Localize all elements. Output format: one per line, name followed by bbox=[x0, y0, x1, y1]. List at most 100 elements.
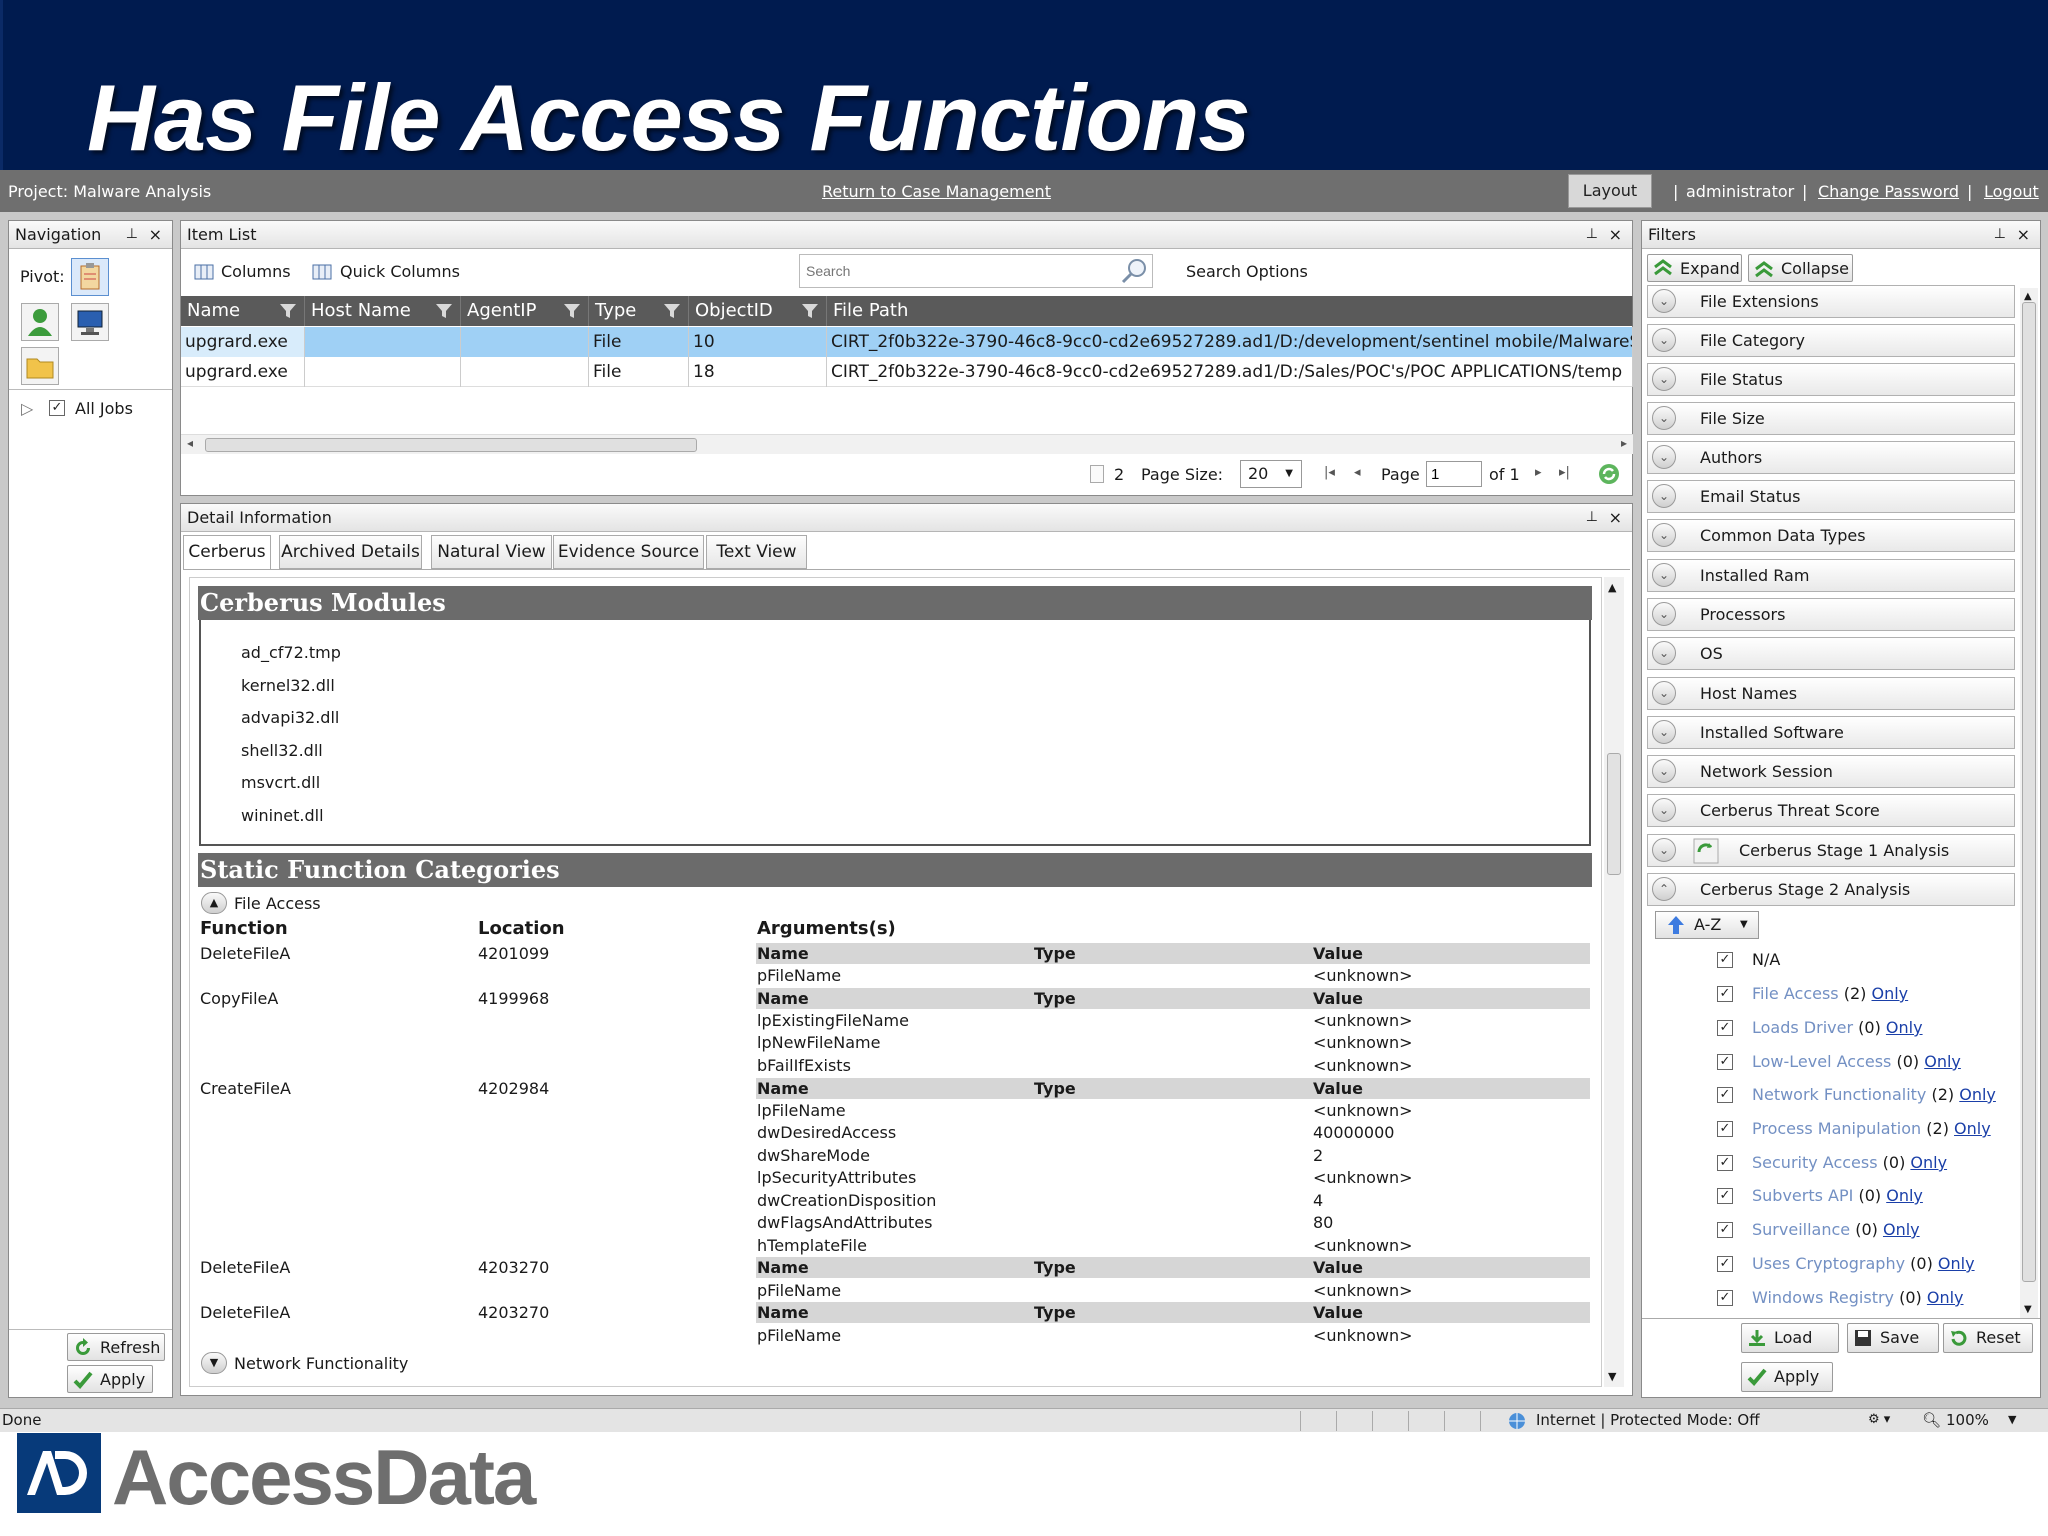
cell-file-path[interactable]: CIRT_2f0b322e-3790-46c8-9cc0-cd2e6952728… bbox=[827, 357, 1633, 387]
filter-host-names[interactable]: ⌄ Host Names bbox=[1647, 677, 2015, 710]
pin-icon[interactable]: ⊥ bbox=[1586, 504, 1598, 531]
computer-icon[interactable] bbox=[71, 303, 109, 341]
filter-installed-ram[interactable]: ⌄ Installed Ram bbox=[1647, 559, 2015, 592]
checkbox-security-access[interactable]: ✓ bbox=[1717, 1155, 1733, 1171]
collapse-button[interactable]: Collapse bbox=[1748, 254, 1853, 282]
column-header-name[interactable]: Name bbox=[181, 296, 305, 326]
page-size-select[interactable]: 20 ▼ bbox=[1240, 460, 1302, 488]
last-page-icon[interactable]: ▸| bbox=[1559, 465, 1570, 480]
only-link[interactable]: Only bbox=[1927, 1288, 1964, 1307]
zoom-icon[interactable]: 🔍︎ bbox=[1922, 1409, 1941, 1431]
all-jobs-label[interactable]: All Jobs bbox=[75, 399, 133, 418]
filter-authors[interactable]: ⌄ Authors bbox=[1647, 441, 2015, 474]
first-page-icon[interactable]: |◂ bbox=[1324, 465, 1335, 480]
checkbox-loads-driver[interactable]: ✓ bbox=[1717, 1020, 1733, 1036]
sort-az-dropdown[interactable]: A-Z ▼ bbox=[1655, 911, 1759, 939]
search-options-link[interactable]: Search Options bbox=[1186, 262, 1308, 281]
refresh-icon[interactable] bbox=[1597, 462, 1621, 486]
only-link[interactable]: Only bbox=[1886, 1018, 1923, 1037]
return-to-case-management-link[interactable]: Return to Case Management bbox=[822, 182, 1051, 201]
filter-file-extensions[interactable]: ⌄ File Extensions bbox=[1647, 285, 2015, 318]
close-icon[interactable]: × bbox=[1609, 504, 1622, 531]
column-header-objectid[interactable]: ObjectID bbox=[689, 296, 827, 326]
apply-filter-button[interactable]: Apply bbox=[1741, 1362, 1833, 1392]
filter-cerberus-stage-2[interactable]: ⌃ Cerberus Stage 2 Analysis bbox=[1647, 873, 2015, 906]
column-header-host-name[interactable]: Host Name bbox=[305, 296, 461, 326]
page-number-input[interactable] bbox=[1426, 461, 1482, 487]
search-input[interactable] bbox=[799, 254, 1153, 288]
scrollbar-thumb[interactable] bbox=[1607, 753, 1621, 875]
checkbox-low-level-access[interactable]: ✓ bbox=[1717, 1054, 1733, 1070]
tab-archived-details[interactable]: Archived Details bbox=[279, 535, 422, 569]
cell-name[interactable]: upgrard.exe bbox=[181, 327, 305, 357]
cell-name[interactable]: upgrard.exe bbox=[181, 357, 305, 387]
checkbox-na[interactable]: ✓ bbox=[1717, 952, 1733, 968]
only-link[interactable]: Only bbox=[1883, 1220, 1920, 1239]
scrollbar-thumb[interactable] bbox=[205, 438, 697, 452]
save-filter-button[interactable]: Save bbox=[1847, 1323, 1939, 1353]
expand-arrow-icon[interactable]: ▷ bbox=[21, 399, 33, 418]
next-page-icon[interactable]: ▸ bbox=[1535, 465, 1542, 480]
only-link[interactable]: Only bbox=[1886, 1186, 1923, 1205]
expand-button[interactable]: Expand bbox=[1647, 254, 1742, 282]
cell-objectid[interactable]: 10 bbox=[689, 327, 827, 357]
chevron-down-icon[interactable]: ▼ bbox=[2008, 1409, 2016, 1431]
cell-agentip[interactable] bbox=[461, 327, 589, 357]
all-jobs-checkbox[interactable]: ✓ bbox=[49, 400, 65, 416]
protected-mode-icon[interactable]: ⚙ ▾ bbox=[1868, 1409, 1890, 1431]
only-link[interactable]: Only bbox=[1924, 1052, 1961, 1071]
cell-host-name[interactable] bbox=[305, 357, 461, 387]
filter-file-size[interactable]: ⌄ File Size bbox=[1647, 402, 2015, 435]
cell-file-path[interactable]: CIRT_2f0b322e-3790-46c8-9cc0-cd2e6952728… bbox=[827, 327, 1633, 357]
checkbox-process-manipulation[interactable]: ✓ bbox=[1717, 1121, 1733, 1137]
filter-os[interactable]: ⌄ OS bbox=[1647, 637, 2015, 670]
change-password-link[interactable]: Change Password bbox=[1818, 182, 1959, 201]
filter-cerberus-threat-score[interactable]: ⌄ Cerberus Threat Score bbox=[1647, 794, 2015, 827]
apply-button[interactable]: Apply bbox=[67, 1365, 153, 1393]
collapse-icon[interactable]: ▲ bbox=[201, 892, 227, 914]
reset-filter-button[interactable]: Reset bbox=[1943, 1323, 2033, 1353]
filter-file-status[interactable]: ⌄ File Status bbox=[1647, 363, 2015, 396]
search-icon[interactable] bbox=[1119, 257, 1149, 285]
clipboard-icon[interactable] bbox=[71, 258, 109, 296]
only-link[interactable]: Only bbox=[1910, 1153, 1947, 1172]
checkbox-windows-registry[interactable]: ✓ bbox=[1717, 1290, 1733, 1306]
pin-icon[interactable]: ⊥ bbox=[1586, 221, 1598, 248]
checkbox-network-functionality[interactable]: ✓ bbox=[1717, 1087, 1733, 1103]
user-icon[interactable] bbox=[21, 303, 59, 341]
checkbox-file-access[interactable]: ✓ bbox=[1717, 986, 1733, 1002]
column-header-agentip[interactable]: AgentIP bbox=[461, 296, 589, 326]
column-header-file-path[interactable]: File Path bbox=[827, 296, 1633, 326]
load-filter-button[interactable]: Load bbox=[1741, 1323, 1839, 1353]
previous-page-icon[interactable]: ◂ bbox=[1354, 465, 1361, 480]
vertical-scrollbar[interactable]: ▲ ▼ bbox=[1604, 577, 1624, 1387]
expand-icon[interactable]: ▼ bbox=[201, 1352, 227, 1374]
filter-processors[interactable]: ⌄ Processors bbox=[1647, 598, 2015, 631]
scrollbar-thumb[interactable] bbox=[2022, 302, 2036, 1282]
checkbox-surveillance[interactable]: ✓ bbox=[1717, 1222, 1733, 1238]
filter-common-data-types[interactable]: ⌄ Common Data Types bbox=[1647, 519, 2015, 552]
only-link[interactable]: Only bbox=[1954, 1119, 1991, 1138]
checkbox-subverts-api[interactable]: ✓ bbox=[1717, 1188, 1733, 1204]
horizontal-scrollbar[interactable]: ◂ ▸ bbox=[181, 434, 1633, 454]
refresh-button[interactable]: Refresh bbox=[67, 1333, 165, 1361]
filters-scrollbar[interactable]: ▲ ▼ bbox=[2020, 288, 2038, 1318]
filter-installed-software[interactable]: ⌄ Installed Software bbox=[1647, 716, 2015, 749]
tab-evidence-source[interactable]: Evidence Source bbox=[553, 535, 704, 569]
group-file-access[interactable]: File Access bbox=[234, 894, 321, 913]
group-network-functionality[interactable]: Network Functionality bbox=[234, 1354, 408, 1373]
cell-host-name[interactable] bbox=[305, 327, 461, 357]
only-link[interactable]: Only bbox=[1872, 984, 1909, 1003]
filter-cerberus-stage-1[interactable]: ⌄ Cerberus Stage 1 Analysis bbox=[1647, 834, 2015, 867]
folder-icon[interactable] bbox=[21, 347, 59, 385]
pin-icon[interactable]: ⊥ bbox=[1994, 221, 2006, 248]
tab-natural-view[interactable]: Natural View bbox=[431, 535, 552, 569]
only-link[interactable]: Only bbox=[1938, 1254, 1975, 1273]
tab-cerberus[interactable]: Cerberus bbox=[183, 535, 271, 570]
close-icon[interactable]: × bbox=[2017, 221, 2030, 248]
quick-columns-button[interactable]: Quick Columns bbox=[340, 262, 460, 281]
column-header-type[interactable]: Type bbox=[589, 296, 689, 326]
filter-network-session[interactable]: ⌄ Network Session bbox=[1647, 755, 2015, 788]
zoom-level[interactable]: 100% bbox=[1946, 1409, 1989, 1431]
close-icon[interactable]: × bbox=[149, 221, 162, 248]
